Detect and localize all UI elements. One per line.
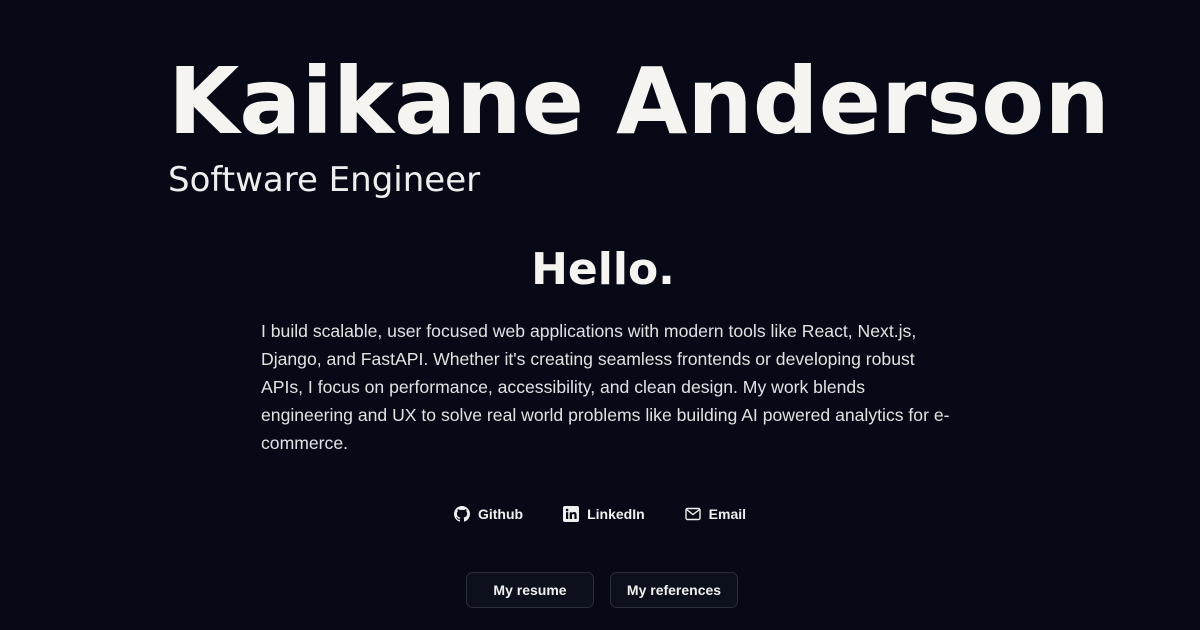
email-link[interactable]: Email bbox=[684, 503, 747, 525]
hello-heading: Hello. bbox=[531, 244, 675, 295]
role-subtitle: Software Engineer bbox=[168, 160, 481, 200]
resume-button[interactable]: My resume bbox=[466, 572, 594, 608]
social-links: Github LinkedIn Email bbox=[0, 503, 1200, 525]
references-button[interactable]: My references bbox=[610, 572, 738, 608]
linkedin-icon bbox=[563, 506, 580, 522]
action-buttons: My resume My references bbox=[0, 572, 1200, 608]
bio-paragraph: I build scalable, user focused web appli… bbox=[261, 321, 950, 453]
mail-icon bbox=[684, 507, 701, 521]
github-link[interactable]: Github bbox=[453, 503, 524, 525]
linkedin-link[interactable]: LinkedIn bbox=[563, 503, 645, 525]
github-icon bbox=[453, 506, 470, 522]
linkedin-label: LinkedIn bbox=[587, 506, 645, 522]
portfolio-page: Kaikane Anderson Software Engineer Hello… bbox=[0, 0, 1200, 630]
email-label: Email bbox=[708, 506, 747, 522]
name-heading: Kaikane Anderson bbox=[168, 48, 1110, 155]
github-label: Github bbox=[477, 506, 524, 522]
